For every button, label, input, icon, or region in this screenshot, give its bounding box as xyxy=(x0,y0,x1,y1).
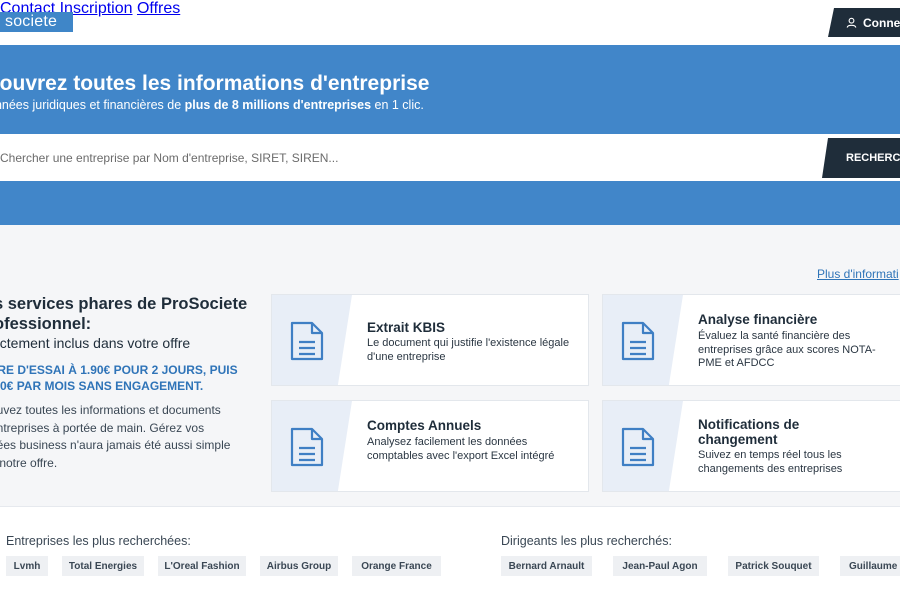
search-input[interactable] xyxy=(0,134,820,181)
company-chip[interactable]: L'Oreal Fashion xyxy=(158,556,246,576)
card-description: Évaluez la santé financière des entrepri… xyxy=(698,330,876,369)
card-description: Analysez facilement les données comptabl… xyxy=(367,436,555,462)
leader-chip[interactable]: Bernard Arnault xyxy=(501,556,592,576)
site-header: societe Contact Inscription Offres Conne xyxy=(0,0,900,45)
trial-offer: TRE D'ESSAI À 1.90€ POUR 2 JOURS, PUIS .… xyxy=(0,363,238,393)
card-title: Extrait KBIS xyxy=(367,320,446,335)
logo[interactable]: societe xyxy=(0,12,73,32)
user-icon xyxy=(846,17,857,28)
card-title: Comptes Annuels xyxy=(367,418,482,433)
popular-leaders-label: Dirigeants les plus recherchés: xyxy=(501,534,672,548)
leader-chip[interactable]: Jean-Paul Agon xyxy=(613,556,707,576)
popular-companies-label: Entreprises les plus recherchées: xyxy=(6,534,191,548)
card-description: Suivez en temps réel tous les changement… xyxy=(698,449,843,475)
nav-offres-link[interactable]: Offres xyxy=(137,0,180,17)
card-title: Analyse financière xyxy=(698,312,818,327)
service-card-analyse[interactable]: Analyse financière Évaluez la santé fina… xyxy=(602,294,900,386)
services-section: Plus d'informati s services phares de Pr… xyxy=(0,225,900,507)
search-button[interactable]: RECHERCH xyxy=(822,138,900,178)
document-icon xyxy=(621,321,655,361)
services-title: s services phares de ProSociete ofession… xyxy=(0,295,248,333)
document-icon xyxy=(290,427,324,467)
service-card-kbis[interactable]: Extrait KBIS Le document qui justifie l'… xyxy=(271,294,589,386)
leader-chip[interactable]: Patrick Souquet xyxy=(728,556,819,576)
document-icon xyxy=(621,427,655,467)
hero-subtitle-bold: plus de 8 millions d'entreprises xyxy=(184,98,372,112)
connect-label: Conne xyxy=(863,15,900,30)
company-chip[interactable]: Total Energies xyxy=(62,556,144,576)
services-description: ouvez toutes les informations et documen… xyxy=(0,403,231,470)
card-description: Le document qui justifie l'existence lég… xyxy=(367,337,570,363)
more-info-link[interactable]: Plus d'informati xyxy=(817,267,899,281)
card-title: Notifications de changement xyxy=(698,417,800,447)
leader-chip[interactable]: Guillaume xyxy=(840,556,900,576)
service-card-notifications[interactable]: Notifications de changement Suivez en te… xyxy=(602,400,900,492)
service-card-comptes[interactable]: Comptes Annuels Analysez facilement les … xyxy=(271,400,589,492)
hero-title: couvrez toutes les informations d'entrep… xyxy=(0,72,430,95)
search-box xyxy=(0,134,900,181)
hero-banner: couvrez toutes les informations d'entrep… xyxy=(0,45,900,225)
services-subtitle: ectement inclus dans votre offre xyxy=(0,335,191,351)
company-chip[interactable]: Airbus Group xyxy=(260,556,338,576)
connect-button[interactable]: Conne xyxy=(828,8,900,37)
document-icon xyxy=(290,321,324,361)
hero-subtitle: onnées juridiques et financières de plus… xyxy=(0,98,424,112)
company-chip[interactable]: Lvmh xyxy=(6,556,48,576)
company-chip[interactable]: Orange France xyxy=(352,556,441,576)
